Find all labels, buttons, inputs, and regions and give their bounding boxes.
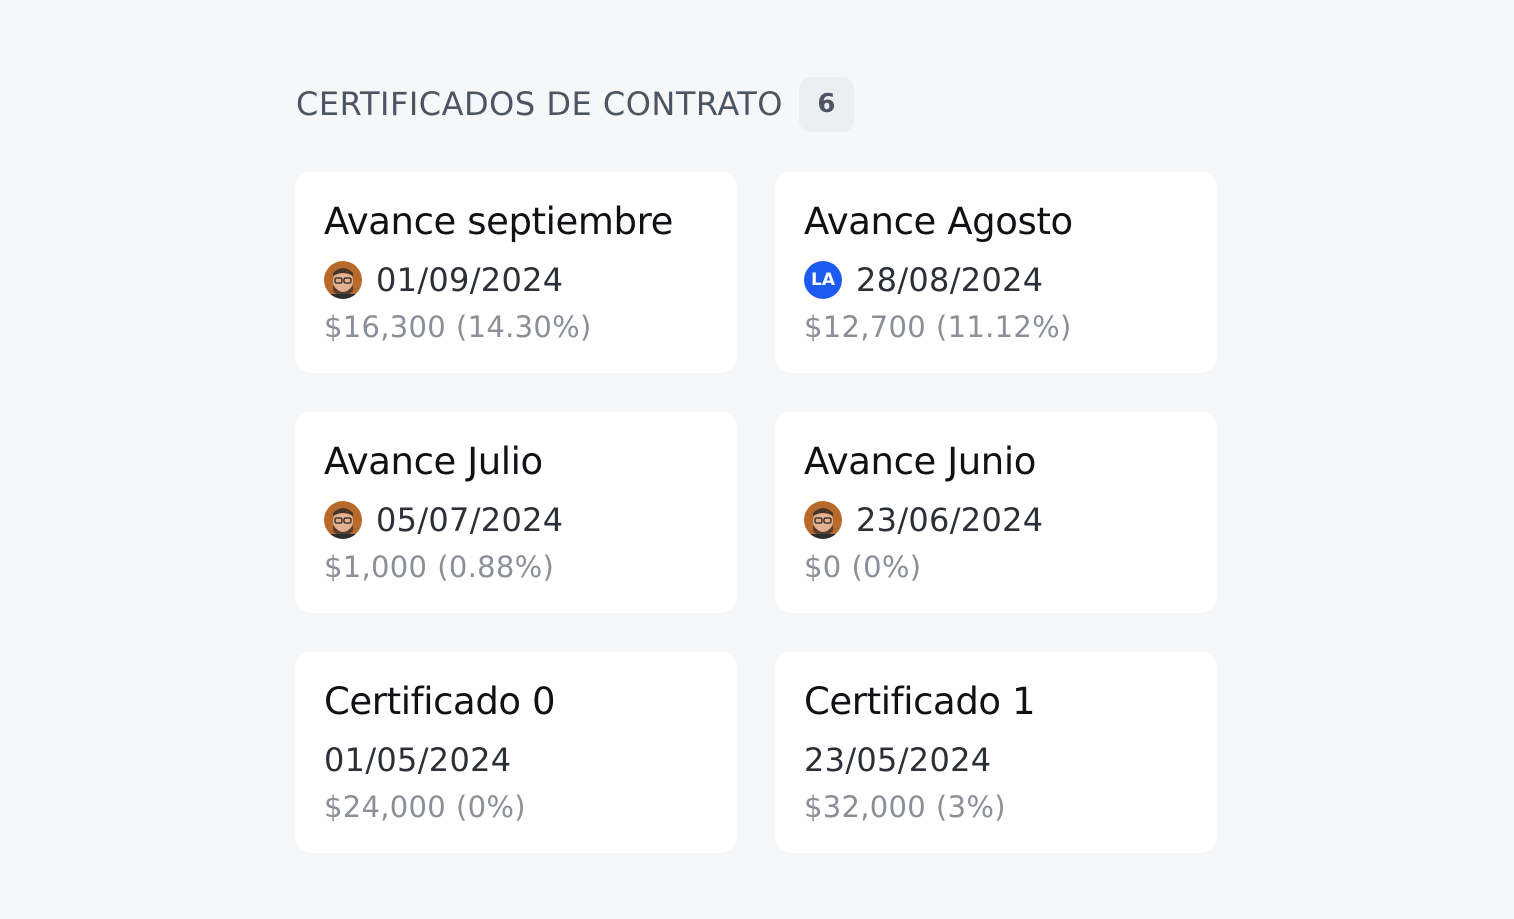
certificate-percent: (0.88%) — [437, 550, 555, 584]
certificate-amount: $1,000 — [324, 550, 428, 584]
certificate-title: Certificado 1 — [804, 680, 1036, 723]
certificate-percent: (3%) — [936, 790, 1006, 824]
certificate-card[interactable]: Avance Junio 23/06/2024 $0 (0%) — [775, 412, 1217, 613]
user-photo-avatar — [324, 501, 362, 539]
certificate-card[interactable]: Avance Agosto LA 28/08/2024 $12,700 (11.1… — [775, 172, 1217, 373]
certificate-title: Certificado 0 — [324, 680, 556, 723]
amount-row: $1,000 (0.88%) — [324, 550, 709, 584]
date-row: 01/05/2024 — [324, 740, 709, 780]
amount-row: $16,300 (14.30%) — [324, 310, 709, 344]
date-row: 01/09/2024 — [324, 260, 709, 300]
certificate-card[interactable]: Avance septiembre 01/09/2024 $16,300 (14.… — [295, 172, 737, 373]
user-photo-avatar — [324, 261, 362, 299]
amount-row: $12,700 (11.12%) — [804, 310, 1189, 344]
certificate-title: Avance Julio — [324, 440, 543, 483]
certificate-date: 23/06/2024 — [856, 501, 1044, 539]
certificate-percent: (14.30%) — [456, 310, 592, 344]
certificate-title: Avance Agosto — [804, 200, 1073, 243]
amount-row: $32,000 (3%) — [804, 790, 1189, 824]
certificate-percent: (0%) — [851, 550, 922, 584]
certificate-title: Avance Junio — [804, 440, 1036, 483]
certificate-date: 23/05/2024 — [804, 741, 992, 779]
amount-row: $24,000 (0%) — [324, 790, 709, 824]
certificate-amount: $24,000 — [324, 790, 447, 824]
amount-row: $0 (0%) — [804, 550, 1189, 584]
certificate-date: 01/09/2024 — [376, 261, 564, 299]
section-header: CERTIFICADOS DE CONTRATO 6 — [296, 76, 854, 132]
certificate-card[interactable]: Avance Julio 05/07/2024 $1,000 (0.88%) — [295, 412, 737, 613]
certificate-title: Avance septiembre — [324, 200, 673, 243]
section-title: CERTIFICADOS DE CONTRATO — [296, 85, 783, 123]
certificate-amount: $32,000 — [804, 790, 927, 824]
initials-avatar: LA — [804, 261, 842, 299]
certificate-percent: (0%) — [456, 790, 526, 824]
date-row: LA 28/08/2024 — [804, 260, 1189, 300]
certificate-date: 05/07/2024 — [376, 501, 564, 539]
user-photo-avatar — [804, 501, 842, 539]
count-badge: 6 — [798, 76, 854, 132]
certificate-amount: $0 — [804, 550, 842, 584]
certificate-date: 01/05/2024 — [324, 741, 512, 779]
certificate-amount: $12,700 — [804, 310, 927, 344]
certificates-grid: Avance septiembre 01/09/2024 $16,300 (14.… — [295, 172, 1217, 853]
date-row: 05/07/2024 — [324, 500, 709, 540]
certificate-card[interactable]: Certificado 1 23/05/2024 $32,000 (3%) — [775, 652, 1217, 853]
certificate-card[interactable]: Certificado 0 01/05/2024 $24,000 (0%) — [295, 652, 737, 853]
date-row: 23/06/2024 — [804, 500, 1189, 540]
date-row: 23/05/2024 — [804, 740, 1189, 780]
certificate-percent: (11.12%) — [936, 310, 1072, 344]
certificate-date: 28/08/2024 — [856, 261, 1044, 299]
certificate-amount: $16,300 — [324, 310, 447, 344]
